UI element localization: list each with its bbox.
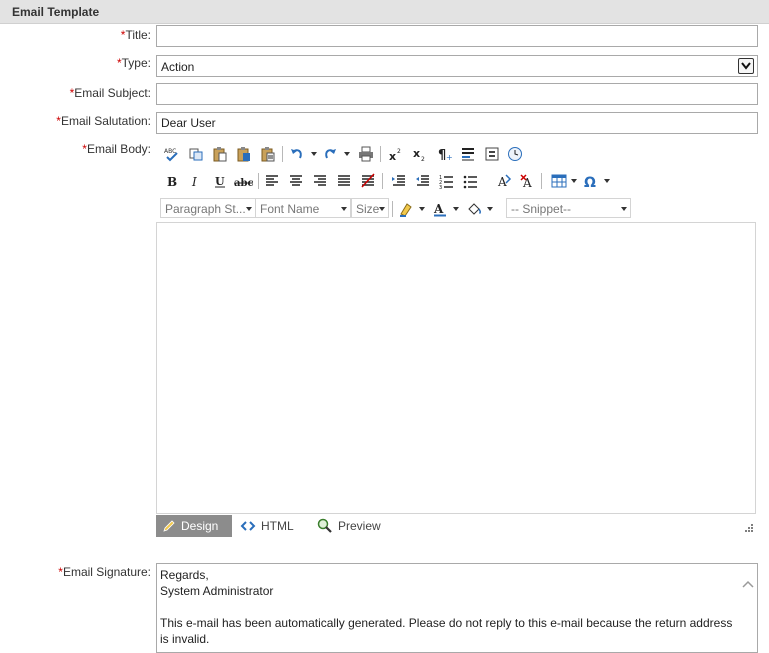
magnifier-icon [317, 518, 332, 533]
tab-design[interactable]: Design [156, 515, 232, 537]
highlight-icon[interactable] [396, 198, 416, 220]
chevron-up-icon[interactable] [739, 578, 757, 592]
numbered-list-icon[interactable]: 123 [437, 170, 457, 192]
undo-dropdown-icon[interactable] [311, 152, 317, 156]
align-right-icon[interactable] [310, 170, 330, 192]
salutation-label: *Email Salutation: [56, 114, 151, 128]
tab-design-label: Design [181, 519, 219, 533]
bold-icon[interactable]: B [162, 170, 182, 192]
svg-text:2: 2 [397, 148, 401, 155]
section-header: Email Template [0, 0, 769, 24]
title-input[interactable] [156, 25, 758, 47]
justify-icon[interactable] [334, 170, 354, 192]
font-size-dropdown[interactable]: Size [351, 198, 389, 218]
tab-preview-label: Preview [338, 519, 381, 533]
print-icon[interactable] [356, 143, 376, 165]
svg-text:x: x [413, 147, 420, 160]
remove-alignment-icon[interactable] [358, 170, 378, 192]
signature-label: *Email Signature: [58, 565, 151, 579]
undo-icon[interactable] [287, 143, 307, 165]
font-name-value: Font Name [260, 202, 320, 216]
clock-icon[interactable] [505, 143, 525, 165]
signature-scrollbar[interactable] [739, 564, 757, 652]
editor-toolbar-row-3: Paragraph St... Font Name Size A -- Snip… [156, 198, 756, 220]
email-body-editor[interactable] [156, 222, 756, 514]
paste-icon[interactable] [210, 143, 230, 165]
form-element-icon[interactable] [482, 143, 502, 165]
svg-text:Ω: Ω [584, 175, 596, 189]
svg-text:A: A [497, 175, 507, 189]
type-select[interactable]: Action [156, 55, 758, 77]
superscript-icon[interactable]: x2 [386, 143, 406, 165]
font-color-icon[interactable]: A [430, 198, 450, 220]
subject-label: *Email Subject: [69, 86, 151, 100]
paragraph-marks-icon[interactable]: ¶ + [435, 143, 455, 165]
special-characters-dropdown-icon[interactable] [604, 179, 610, 183]
paragraph-style-dropdown[interactable]: Paragraph St... [160, 198, 256, 218]
align-left-icon[interactable] [262, 170, 282, 192]
signature-line: Regards, [160, 568, 209, 582]
svg-text:3: 3 [439, 185, 442, 189]
background-color-dropdown-icon[interactable] [487, 207, 493, 211]
svg-text:2: 2 [421, 156, 425, 162]
tab-html-label: HTML [261, 519, 294, 533]
highlight-dropdown-icon[interactable] [419, 207, 425, 211]
editor-mode-bar: Design HTML Preview [156, 515, 756, 539]
paste-from-word-icon[interactable] [234, 143, 254, 165]
table-dropdown-icon[interactable] [571, 179, 577, 183]
underline-icon[interactable]: U [210, 170, 230, 192]
font-name-dropdown[interactable]: Font Name [255, 198, 351, 218]
signature-line [160, 599, 735, 615]
svg-text:+: + [446, 153, 453, 162]
svg-text:ABC: ABC [164, 148, 176, 155]
signature-line: System Administrator [160, 584, 274, 598]
section-title: Email Template [12, 5, 100, 19]
copy-icon[interactable] [186, 143, 206, 165]
redo-icon[interactable] [320, 143, 340, 165]
svg-text:B: B [167, 175, 177, 189]
email-salutation-input[interactable] [156, 112, 758, 134]
snippet-value: -- Snippet-- [511, 202, 572, 216]
code-icon [240, 521, 256, 531]
paste-plain-text-icon[interactable] [258, 143, 278, 165]
font-size-value: Size [356, 202, 380, 216]
font-color-dropdown-icon[interactable] [453, 207, 459, 211]
tab-preview[interactable]: Preview [311, 515, 387, 537]
background-color-icon[interactable] [464, 198, 484, 220]
body-label: *Email Body: [82, 142, 151, 156]
strikethrough-icon[interactable]: abc [234, 170, 254, 192]
chevron-down-icon[interactable] [738, 58, 754, 74]
email-subject-input[interactable] [156, 83, 758, 105]
subscript-icon[interactable]: x2 [410, 143, 430, 165]
insert-paragraph-icon[interactable] [458, 143, 478, 165]
bulleted-list-icon[interactable] [461, 170, 481, 192]
redo-dropdown-icon[interactable] [344, 152, 350, 156]
pencil-icon [163, 520, 175, 532]
outdent-icon[interactable] [413, 170, 433, 192]
title-label: *Title: [120, 28, 151, 42]
svg-text:A: A [433, 202, 444, 216]
table-icon[interactable] [549, 170, 569, 192]
spellcheck-icon[interactable]: ABC [162, 143, 182, 165]
signature-text: Regards, System Administrator This e-mai… [160, 567, 735, 647]
signature-line: This e-mail has been automatically gener… [160, 616, 736, 646]
svg-text:U: U [215, 175, 225, 188]
special-characters-icon[interactable]: Ω [581, 170, 601, 192]
clear-format-icon[interactable]: A [518, 170, 538, 192]
italic-icon[interactable]: I [186, 170, 206, 192]
align-center-icon[interactable] [286, 170, 306, 192]
type-label: *Type: [116, 56, 151, 70]
svg-text:x: x [389, 150, 396, 162]
resize-grip-icon[interactable] [744, 523, 754, 533]
indent-icon[interactable] [389, 170, 409, 192]
format-stripper-icon[interactable]: A [494, 170, 514, 192]
svg-text:I: I [191, 175, 197, 189]
paragraph-style-value: Paragraph St... [165, 202, 246, 216]
type-select-value: Action [161, 60, 195, 74]
snippet-dropdown[interactable]: -- Snippet-- [506, 198, 631, 218]
tab-html[interactable]: HTML [234, 515, 300, 537]
